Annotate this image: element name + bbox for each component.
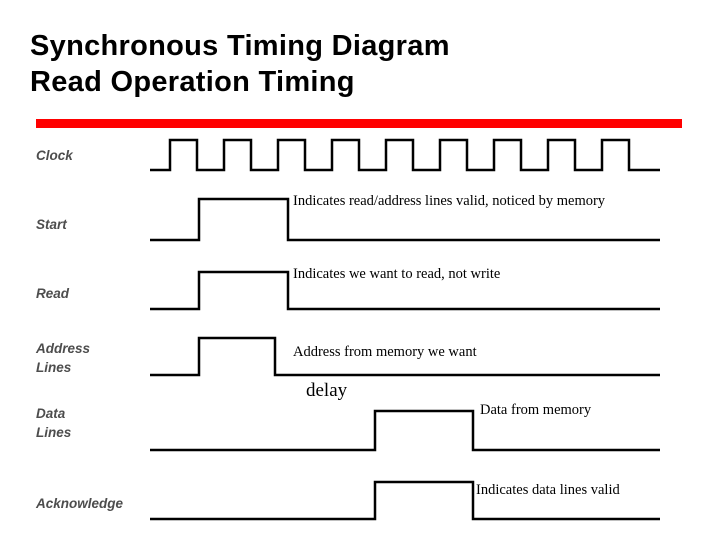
waveform-clock [150,138,660,172]
timing-waveforms [150,138,660,521]
waveform-start [150,197,660,242]
waveform-address-lines [150,336,660,377]
waveform-data-lines [150,409,660,452]
waveform-read [150,270,660,311]
slide: Synchronous Timing Diagram Read Operatio… [0,0,720,540]
waveform-acknowledge [150,480,660,521]
